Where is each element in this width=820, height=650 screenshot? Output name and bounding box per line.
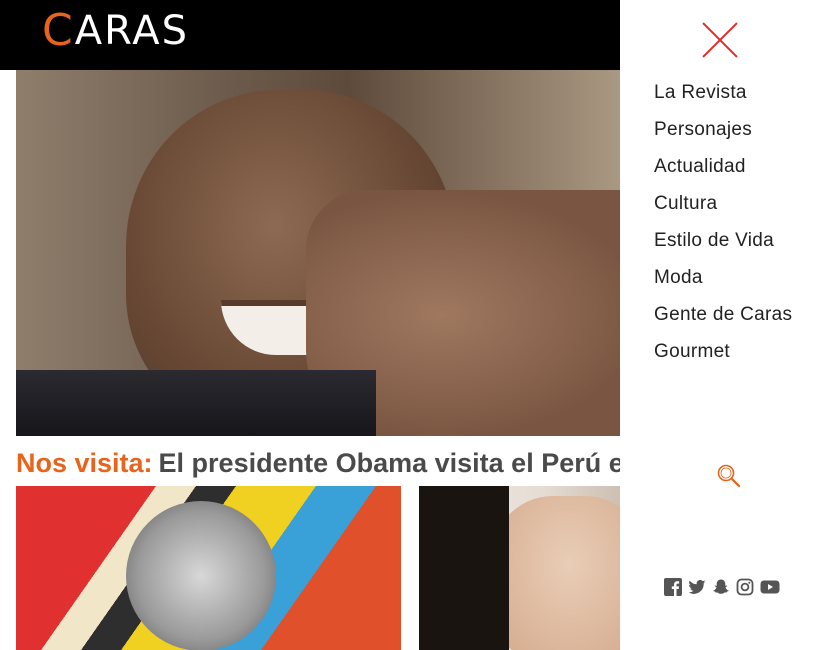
snapchat-icon[interactable] [712, 578, 730, 596]
menu-item-la-revista[interactable]: La Revista [654, 78, 792, 115]
menu-item-personajes[interactable]: Personajes [654, 115, 792, 152]
twitter-icon[interactable] [688, 578, 706, 596]
search-icon[interactable] [716, 463, 742, 489]
headline-kicker: Nos visita: [16, 448, 153, 478]
menu-item-gourmet[interactable]: Gourmet [654, 337, 792, 374]
facebook-icon[interactable] [664, 578, 682, 596]
hero-image[interactable] [16, 70, 620, 436]
article-thumbnail-portrait[interactable] [419, 486, 620, 650]
menu-item-moda[interactable]: Moda [654, 263, 792, 300]
close-icon[interactable] [700, 20, 740, 60]
hero-suit [16, 370, 376, 436]
menu-list: La Revista Personajes Actualidad Cultura… [654, 78, 792, 374]
hero-headline[interactable]: Nos visita: El presidente Obama visita el… [16, 444, 620, 482]
article-thumbnail-mural[interactable] [16, 486, 401, 650]
side-menu-panel: La Revista Personajes Actualidad Cultura… [620, 0, 820, 650]
social-links [664, 578, 780, 596]
menu-item-gente-de-caras[interactable]: Gente de Caras [654, 300, 792, 337]
instagram-icon[interactable] [736, 578, 754, 596]
portrait-hair [419, 486, 509, 650]
menu-item-estilo-de-vida[interactable]: Estilo de Vida [654, 226, 792, 263]
mural-heart-art [126, 501, 276, 650]
caras-logo[interactable]: C ARAS [42, 5, 190, 56]
headline-title: El presidente Obama visita el Perú en el… [158, 448, 620, 478]
logo-initial: C [42, 5, 75, 56]
logo-text: ARAS [74, 8, 190, 54]
menu-item-actualidad[interactable]: Actualidad [654, 152, 792, 189]
youtube-icon[interactable] [760, 578, 780, 596]
menu-item-cultura[interactable]: Cultura [654, 189, 792, 226]
